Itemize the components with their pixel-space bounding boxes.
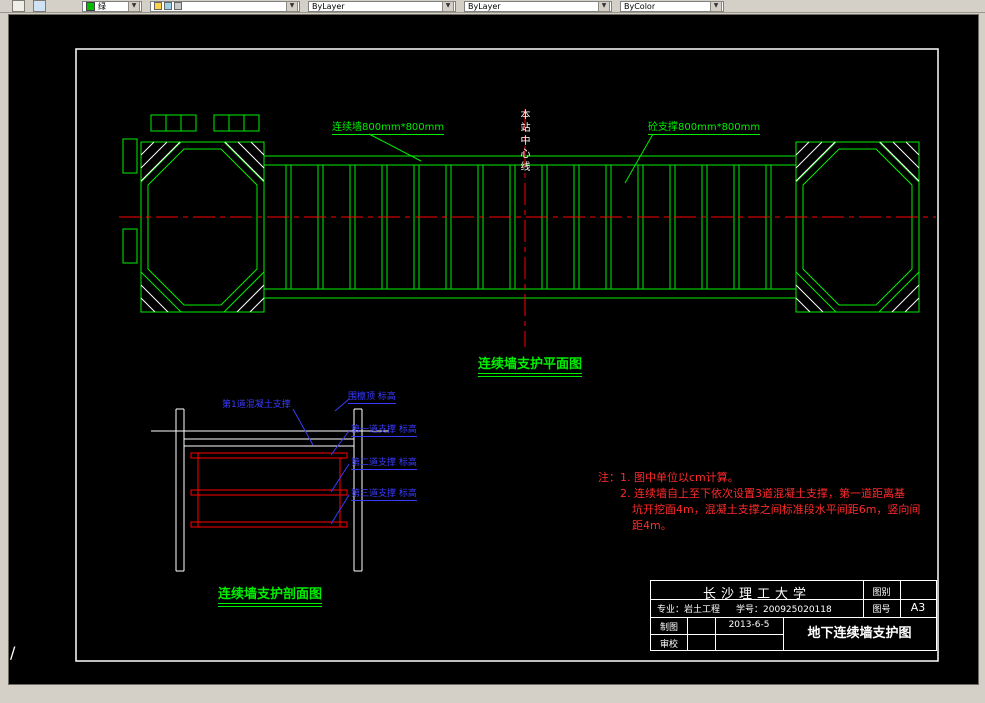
layer-state-icon	[164, 2, 172, 10]
plan-strut-label: 砼支撑800mm*800mm	[648, 118, 761, 135]
drawing-title: 地下连续墙支护图	[807, 626, 912, 641]
plan-title: 连续墙支护平面图	[455, 353, 605, 377]
color-combo-value: 绿	[98, 1, 106, 11]
linetype-combo-value: ByLayer	[312, 1, 345, 11]
color-swatch-icon	[86, 1, 95, 11]
linetype-combo[interactable]: ByLayer ▼	[308, 0, 456, 12]
note-line: 注：1. 图中单位以cm计算。	[598, 471, 739, 484]
chevron-down-icon[interactable]: ▼	[442, 0, 454, 12]
color-combo[interactable]: 绿 ▼	[82, 0, 142, 12]
lineweight-combo[interactable]: ByLayer ▼	[464, 0, 612, 12]
sheet-type-label: 图别	[872, 588, 891, 598]
chevron-down-icon[interactable]: ▼	[286, 0, 298, 12]
section-level-label: 第一道支撑 标高	[351, 422, 417, 437]
toolbar-icon[interactable]	[33, 0, 46, 12]
section-view-struts	[190, 452, 348, 528]
plotstyle-combo[interactable]: ByColor ▼	[620, 0, 724, 12]
note-line: 坑开挖面4m，混凝土支撑之间标准段水平间距6m，竖向间	[632, 503, 921, 516]
section-level-label: 第二道支撑 标高	[351, 455, 417, 470]
layer-state-icon	[174, 2, 182, 10]
major-field: 专业：岩土工程	[657, 605, 721, 615]
drawing-notes: 注：1. 图中单位以cm计算。 2. 连续墙自上至下依次设置3道混凝土支撑，第一…	[598, 470, 928, 534]
drafter-label: 制图	[659, 623, 678, 633]
lineweight-combo-value: ByLayer	[468, 1, 501, 11]
section-level-label: 第三道支撑 标高	[351, 486, 417, 501]
section-level-label: 围檩顶 标高	[348, 389, 396, 404]
checker-label: 审校	[659, 640, 678, 650]
chevron-down-icon[interactable]: ▼	[128, 0, 140, 12]
station-centerline-label: 本站中心线	[518, 109, 529, 174]
command-hint: /	[10, 643, 16, 662]
plan-wall-label: 连续墙800mm*800mm	[332, 118, 445, 135]
sheet-no-value: A3	[910, 601, 926, 614]
app-window: 绿 ▼ ▼ ByLayer ▼ ByLayer ▼ ByColor ▼ 连续墙8…	[0, 0, 985, 703]
title-block: 长沙理工大学 专业：岩土工程 学号：200925020118 图别 图号 A3 …	[650, 580, 937, 651]
note-line: 2. 连续墙自上至下依次设置3道混凝土支撑，第一道距离基	[620, 487, 905, 500]
note-line: 距4m。	[632, 519, 672, 532]
student-id-field: 学号：200925020118	[736, 605, 832, 615]
section-dim-leaders	[292, 398, 350, 525]
layer-state-icon	[154, 2, 162, 10]
university-name: 长沙理工大学	[702, 587, 811, 602]
section-cap-label: 第1道混凝土支撑	[222, 400, 291, 410]
chevron-down-icon[interactable]: ▼	[598, 0, 610, 12]
chevron-down-icon[interactable]: ▼	[710, 0, 722, 12]
date-field: 2013-6-5	[728, 620, 770, 630]
layer-combo[interactable]: ▼	[150, 0, 300, 12]
sheet-no-label: 图号	[872, 605, 891, 615]
properties-toolbar: 绿 ▼ ▼ ByLayer ▼ ByLayer ▼ ByColor ▼	[0, 0, 985, 13]
section-title: 连续墙支护剖面图	[195, 583, 345, 607]
plotstyle-combo-value: ByColor	[624, 1, 656, 11]
toolbar-icon[interactable]	[12, 0, 25, 12]
